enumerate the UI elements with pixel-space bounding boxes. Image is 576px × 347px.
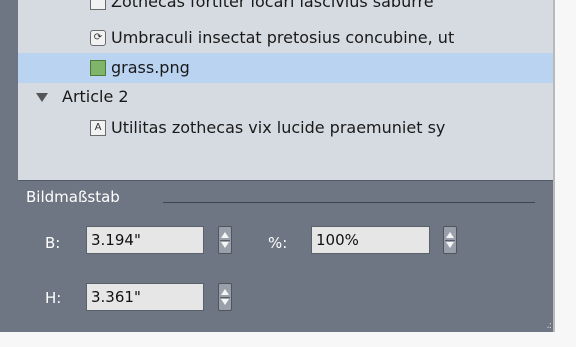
stepper-down-icon[interactable] xyxy=(221,242,229,248)
tree-item-article[interactable]: Article 2 xyxy=(18,82,553,112)
resize-grip-icon[interactable]: .: xyxy=(546,320,551,331)
tree-item-label: Utilitas zothecas vix lucide praemuniet … xyxy=(111,118,446,137)
height-label: H: xyxy=(45,289,62,307)
tree-item[interactable]: A Utilitas zothecas vix lucide praemunie… xyxy=(18,113,553,143)
text-frame-icon xyxy=(90,0,106,10)
tree-item-label: Article 2 xyxy=(62,87,129,106)
section-divider xyxy=(163,202,535,203)
stepper-down-icon[interactable] xyxy=(221,299,229,305)
tree-item-label: grass.png xyxy=(111,58,190,77)
height-stepper[interactable] xyxy=(218,283,232,311)
stepper-up-icon[interactable] xyxy=(446,232,454,238)
panel-left-edge xyxy=(0,0,18,332)
section-title: Bildmaßstab xyxy=(26,188,120,206)
window-frame-right xyxy=(555,0,576,347)
text-frame-icon: A xyxy=(90,120,106,136)
stepper-divider xyxy=(445,240,455,241)
linked-content-icon: ⟳ xyxy=(90,30,106,46)
width-stepper[interactable] xyxy=(218,226,232,254)
width-field[interactable]: 3.194" xyxy=(86,226,204,254)
tree-item-selected[interactable]: grass.png xyxy=(18,53,553,83)
tree-item[interactable]: Zothecas fortiter locari lascivius sabur… xyxy=(18,0,553,17)
stepper-divider xyxy=(220,297,230,298)
tree-item[interactable]: ⟳ Umbraculi insectat pretosius concubine… xyxy=(18,23,553,53)
image-icon xyxy=(90,60,106,76)
percent-field[interactable]: 100% xyxy=(311,226,430,254)
layout-tree: Zothecas fortiter locari lascivius sabur… xyxy=(18,0,553,180)
width-label: B: xyxy=(45,234,61,252)
stepper-down-icon[interactable] xyxy=(446,242,454,248)
stepper-divider xyxy=(220,240,230,241)
image-scale-panel: Bildmaßstab B: 3.194" %: 100% H: 3.361" … xyxy=(18,180,553,333)
percent-stepper[interactable] xyxy=(443,226,457,254)
height-field[interactable]: 3.361" xyxy=(86,283,204,311)
tree-item-label: Umbraculi insectat pretosius concubine, … xyxy=(111,28,455,47)
percent-label: %: xyxy=(268,234,288,252)
tree-item-label: Zothecas fortiter locari lascivius sabur… xyxy=(111,0,434,11)
disclosure-triangle-icon[interactable] xyxy=(36,93,48,102)
window-frame-bottom xyxy=(0,332,576,347)
stepper-up-icon[interactable] xyxy=(221,289,229,295)
stepper-up-icon[interactable] xyxy=(221,232,229,238)
